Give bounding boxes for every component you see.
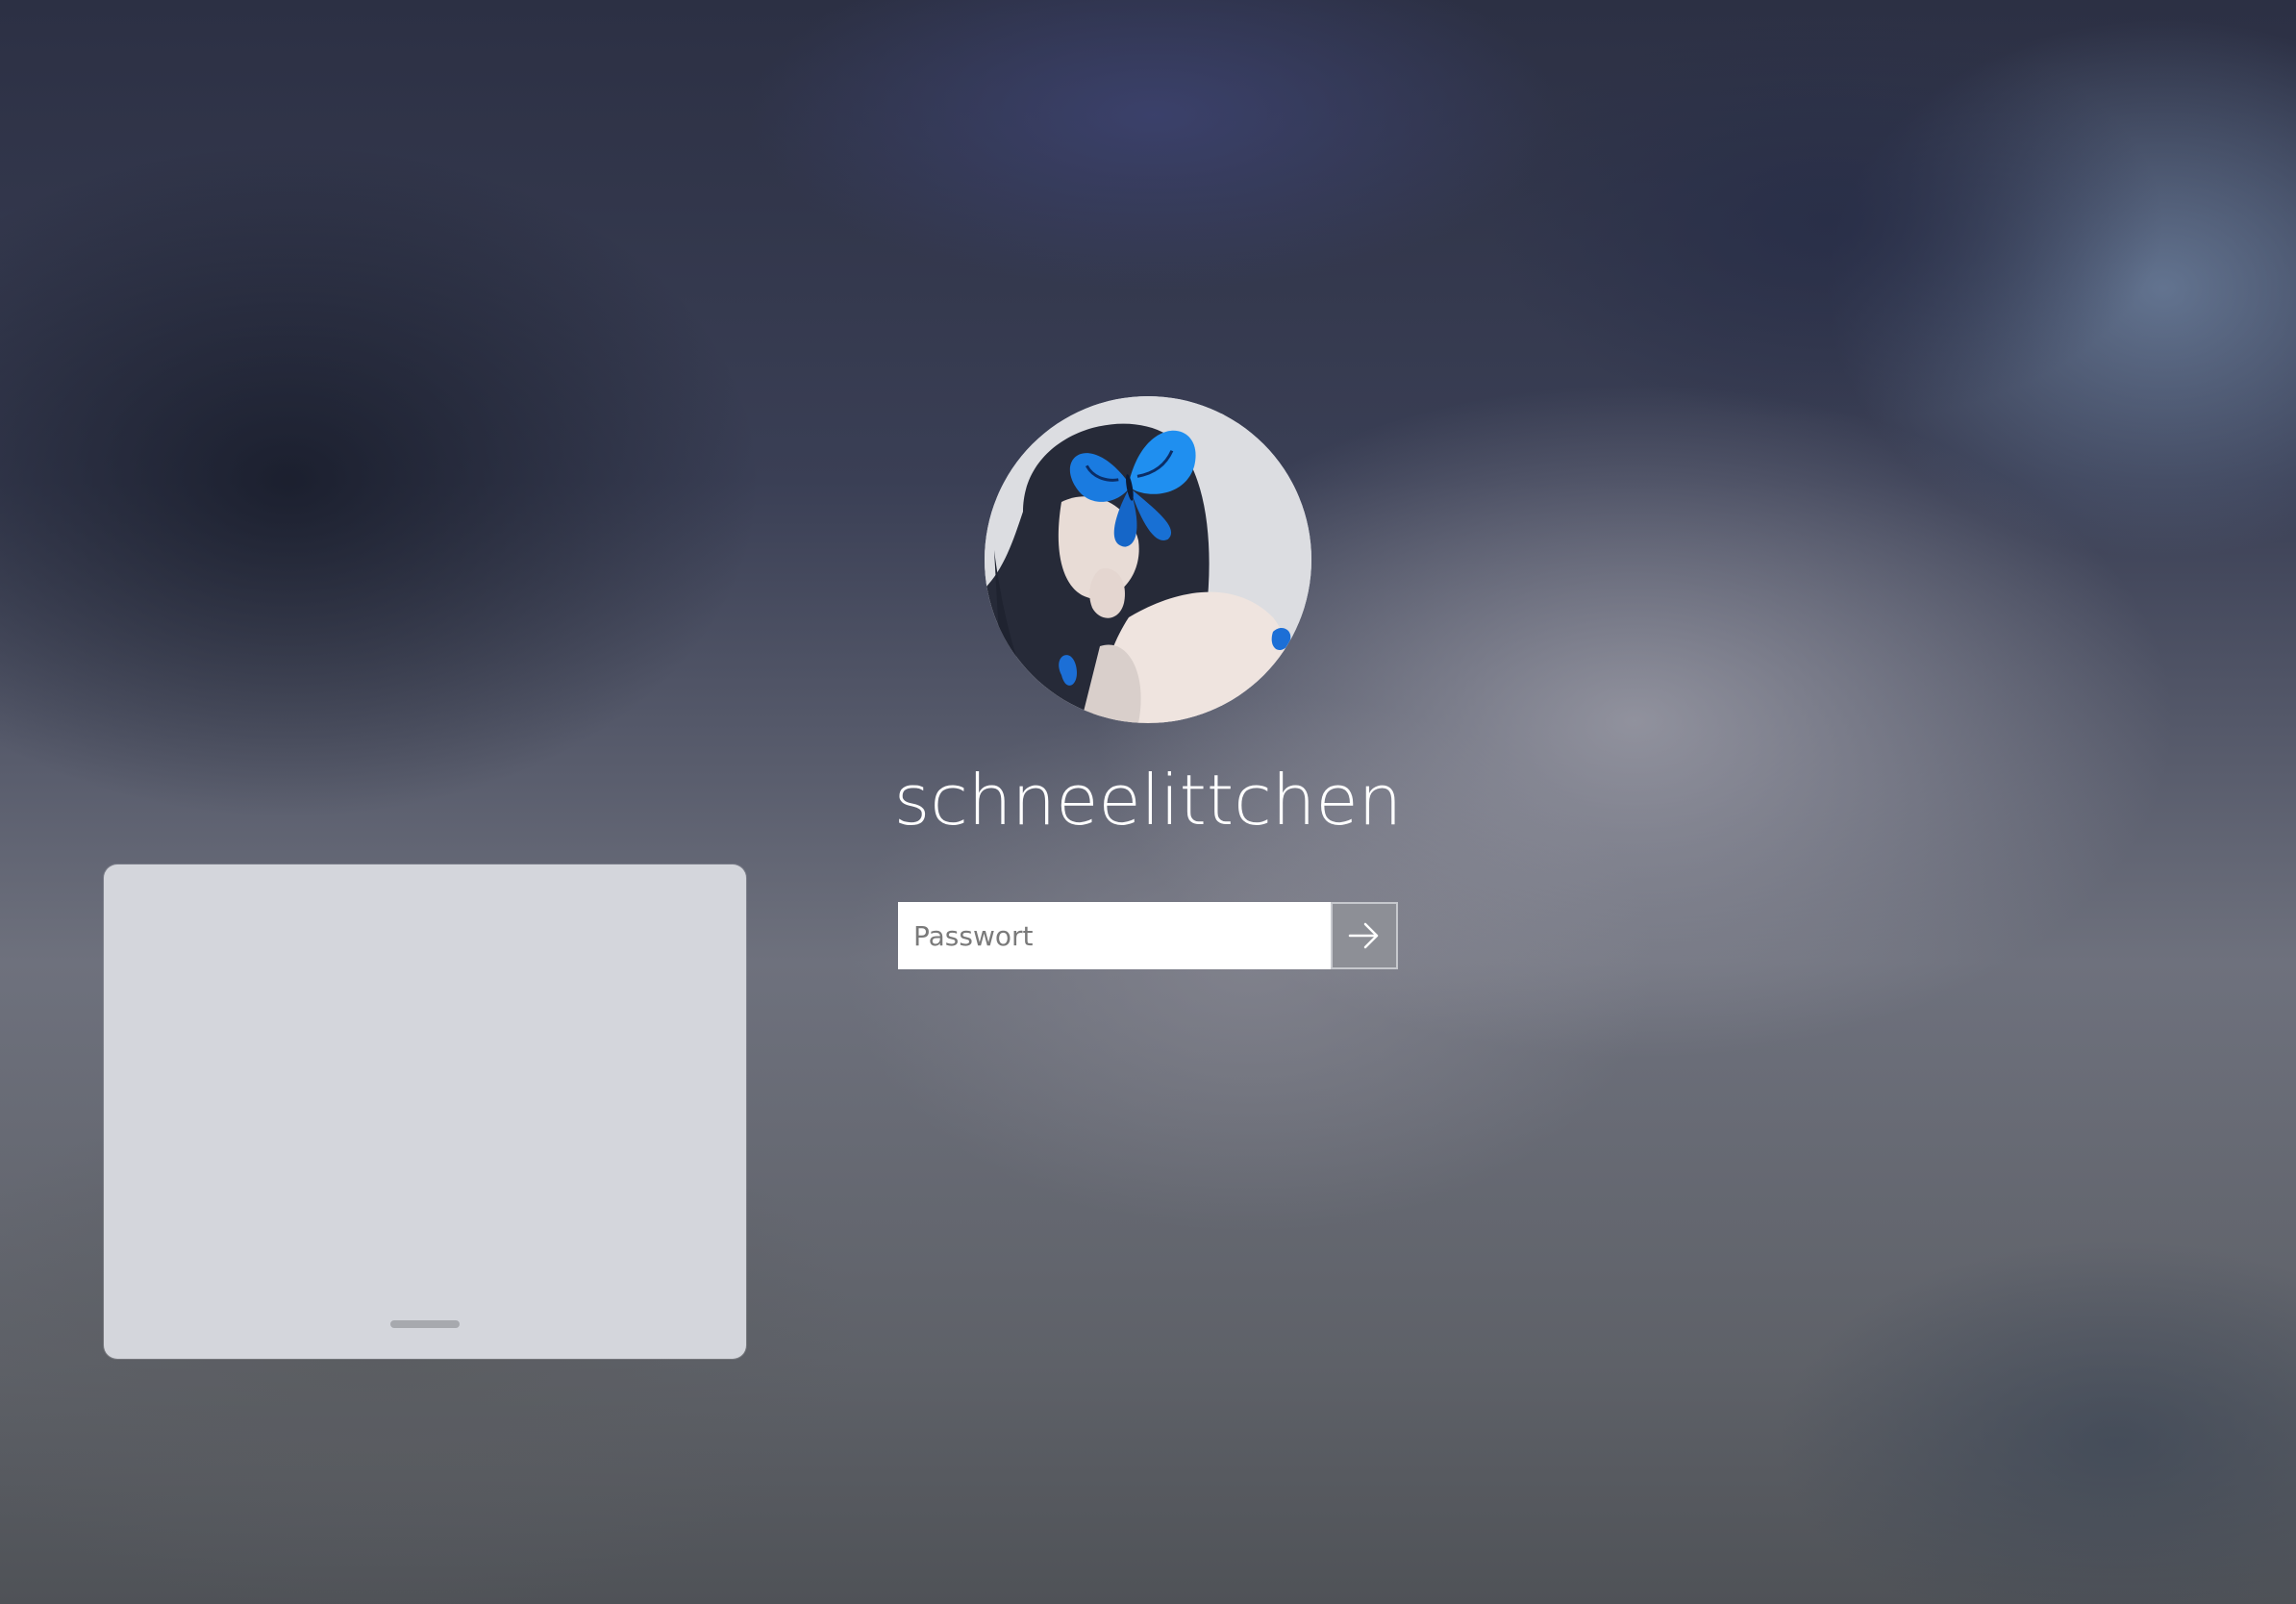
password-input[interactable] xyxy=(898,902,1331,969)
panel-drag-handle[interactable] xyxy=(390,1320,460,1328)
username-label: schneelittchen xyxy=(893,760,1403,840)
avatar-image xyxy=(985,396,1311,723)
arrow-right-icon xyxy=(1348,922,1379,949)
password-form xyxy=(898,902,1398,969)
user-avatar xyxy=(985,396,1311,723)
submit-button[interactable] xyxy=(1331,902,1398,969)
lock-screen: schneelittchen xyxy=(0,0,2296,1604)
input-panel[interactable] xyxy=(104,865,746,1359)
